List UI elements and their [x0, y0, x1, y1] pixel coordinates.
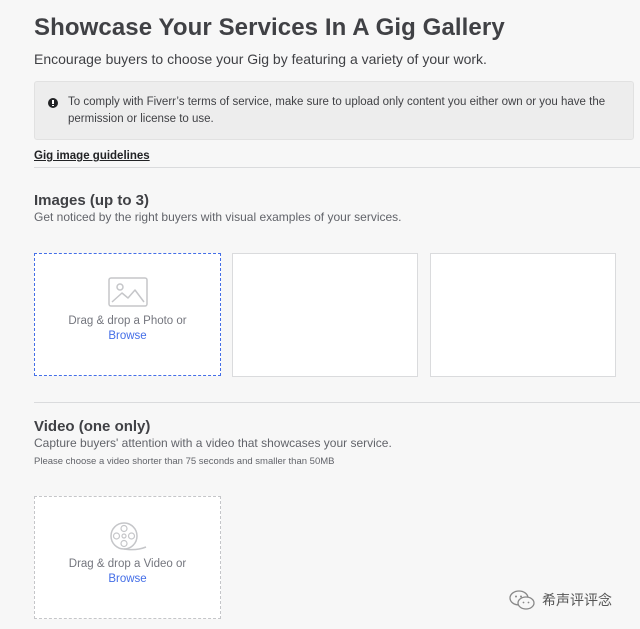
gig-image-guidelines-link[interactable]: Gig image guidelines: [34, 150, 150, 162]
watermark: 希声评评念: [508, 588, 612, 612]
page-subtitle: Encourage buyers to choose your Gig by f…: [34, 51, 487, 67]
images-section-title: Images (up to 3): [34, 192, 150, 209]
film-reel-icon: [109, 522, 146, 551]
section-divider: [34, 167, 640, 168]
image-upload-slot-3[interactable]: [430, 253, 616, 377]
video-browse-link[interactable]: Browse: [35, 573, 220, 585]
video-size-note: Please choose a video shorter than 75 se…: [34, 456, 335, 467]
video-section-description: Capture buyers' attention with a video t…: [34, 436, 392, 450]
section-divider: [34, 402, 640, 403]
image-icon: [107, 277, 148, 307]
image-upload-slot-1[interactable]: Drag & drop a Photo or Browse: [34, 253, 221, 376]
image-drop-label: Drag & drop a Photo or: [68, 315, 187, 327]
video-section-title: Video (one only): [34, 418, 151, 435]
images-section-description: Get noticed by the right buyers with vis…: [34, 210, 402, 224]
watermark-text: 希声评评念: [542, 592, 612, 608]
info-icon: [48, 98, 58, 108]
image-upload-slot-2[interactable]: [232, 253, 418, 377]
image-browse-link[interactable]: Browse: [35, 330, 220, 342]
video-drop-label: Drag & drop a Video or: [68, 558, 187, 570]
page-title: Showcase Your Services In A Gig Gallery: [34, 14, 505, 41]
terms-notice: To comply with Fiverr’s terms of service…: [34, 81, 634, 140]
wechat-logo-icon: [509, 590, 535, 610]
video-upload-slot[interactable]: Drag & drop a Video or Browse: [34, 496, 221, 619]
notice-text: To comply with Fiverr’s terms of service…: [68, 96, 606, 125]
gig-gallery-page: Showcase Your Services In A Gig Gallery …: [0, 0, 640, 629]
